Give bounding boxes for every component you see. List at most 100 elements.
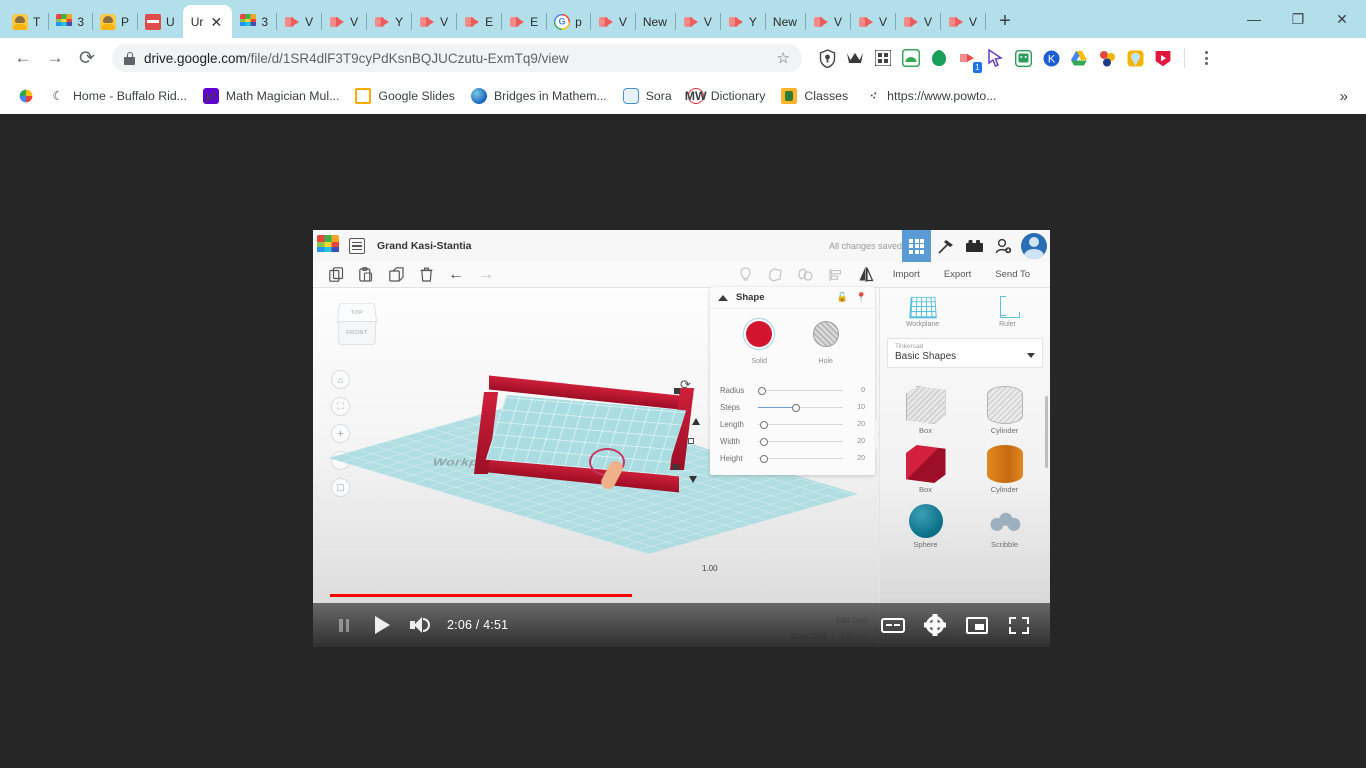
steps-slider[interactable] <box>756 403 845 413</box>
design-menu-icon[interactable] <box>349 238 365 254</box>
browser-tab[interactable]: V <box>590 5 636 38</box>
green-arch-extension-icon[interactable] <box>898 45 924 71</box>
workplane-tool[interactable]: Workplane <box>880 296 965 328</box>
progress-track[interactable] <box>330 593 1033 597</box>
hammer-codeblocks-button[interactable] <box>931 230 960 262</box>
browser-tab[interactable]: U <box>137 5 183 38</box>
captions-button[interactable] <box>874 603 912 647</box>
copy-button[interactable] <box>321 262 351 288</box>
screencast-extension-icon[interactable]: 1 <box>954 45 982 73</box>
cursor-extension-icon[interactable] <box>982 45 1008 71</box>
solid-swatch[interactable] <box>746 321 773 347</box>
bookmark-star-icon[interactable]: ☆ <box>777 49 790 67</box>
bookmark-item[interactable]: Bridges in Mathem... <box>463 84 615 108</box>
pause-button[interactable] <box>325 603 363 647</box>
width-slider[interactable] <box>756 437 845 447</box>
align-button[interactable] <box>821 262 851 288</box>
property-value[interactable]: 20 <box>851 455 865 462</box>
classroom-extension-icon[interactable] <box>1010 45 1036 71</box>
video-player[interactable]: Grand Kasi-Stantia All changes saved ← →… <box>313 230 1050 647</box>
lightbulb-button[interactable] <box>731 262 761 288</box>
collapse-caret-icon[interactable] <box>718 294 728 301</box>
back-button[interactable]: ← <box>8 43 38 73</box>
import-button[interactable]: Import <box>881 269 932 280</box>
hole-swatch[interactable] <box>812 321 839 347</box>
paste-button[interactable] <box>351 262 381 288</box>
browser-tab[interactable]: V <box>850 5 896 38</box>
duplicate-button[interactable] <box>381 262 411 288</box>
browser-tab[interactable]: E <box>501 5 548 38</box>
shape-item[interactable]: Cylinder <box>965 439 1044 496</box>
radius-slider[interactable] <box>756 386 845 396</box>
video-extension-icon[interactable] <box>1150 45 1176 71</box>
browser-tab[interactable]: 3 <box>232 5 277 38</box>
minimize-button[interactable]: — <box>1232 0 1276 38</box>
mirror-button[interactable] <box>851 262 881 288</box>
bookmark-item[interactable]: ⁖ https://www.powto... <box>856 84 1004 108</box>
shield-extension-icon[interactable] <box>814 45 840 71</box>
account-avatar[interactable] <box>1021 233 1047 259</box>
group-button[interactable] <box>761 262 791 288</box>
browser-tab[interactable]: V <box>895 5 942 38</box>
unlock-icon[interactable]: 🔓 <box>837 292 848 303</box>
corner-handle[interactable] <box>673 464 679 470</box>
move-down-arrow-icon[interactable] <box>689 476 697 483</box>
zoom-in-button[interactable]: + <box>331 424 350 443</box>
kami-extension-icon[interactable]: K <box>1038 45 1064 71</box>
play-button[interactable] <box>363 603 401 647</box>
pin-extension-icon[interactable] <box>1122 45 1148 71</box>
browser-tab[interactable]: T <box>4 5 50 38</box>
crown-extension-icon[interactable] <box>842 45 868 71</box>
bookmark-item[interactable]: MW Dictionary <box>680 84 774 108</box>
browser-tab[interactable]: V <box>411 5 458 38</box>
pin-icon[interactable]: 📍 <box>856 292 867 303</box>
shape-item[interactable]: Box <box>886 380 965 437</box>
molecule-extension-icon[interactable] <box>1094 45 1120 71</box>
bricks-button[interactable] <box>960 230 989 262</box>
bookmark-item[interactable] <box>10 84 42 108</box>
property-value[interactable]: 0 <box>851 387 865 394</box>
browser-tab[interactable]: Y <box>366 5 413 38</box>
browser-tab[interactable]: V <box>321 5 368 38</box>
green-drop-extension-icon[interactable] <box>926 45 952 71</box>
shape-item[interactable]: Scribble <box>965 498 1044 551</box>
bookmark-item[interactable]: y! Math Magician Mul... <box>195 84 347 108</box>
bookmark-item[interactable]: Google Slides <box>347 84 463 108</box>
send-to-button[interactable]: Send To <box>983 269 1042 280</box>
browser-tab[interactable]: V <box>805 5 851 38</box>
browser-tab[interactable]: V <box>940 5 987 38</box>
property-value[interactable]: 20 <box>851 421 865 428</box>
grid-extension-icon[interactable] <box>870 45 896 71</box>
delete-button[interactable] <box>411 262 441 288</box>
rotate-handle-icon[interactable]: ⟳ <box>680 377 691 393</box>
browser-tab[interactable]: V <box>675 5 721 38</box>
undo-button[interactable]: ← <box>441 262 471 288</box>
progress-bar[interactable] <box>313 591 1050 599</box>
property-value[interactable]: 10 <box>851 404 865 411</box>
property-value[interactable]: 20 <box>851 438 865 445</box>
browser-tab[interactable]: 3 <box>48 5 93 38</box>
home-view-button[interactable]: ⌂ <box>331 370 350 389</box>
redo-button[interactable]: → <box>471 262 501 288</box>
browser-tab[interactable]: New <box>765 5 806 38</box>
address-bar[interactable]: drive.google.com/file/d/1SR4dlF3T9cyPdKs… <box>112 44 802 72</box>
shape-item[interactable]: Box <box>886 439 965 496</box>
browser-tab[interactable]: P <box>92 5 139 38</box>
chrome-menu-button[interactable] <box>1193 51 1219 65</box>
design-grid-button[interactable] <box>902 230 931 262</box>
shape-item[interactable]: Cylinder <box>965 380 1044 437</box>
new-tab-button[interactable]: + <box>991 7 1019 35</box>
browser-tab[interactable]: E <box>456 5 503 38</box>
view-cube[interactable]: TOP FRONT <box>335 302 379 350</box>
browser-tab[interactable]: p <box>546 5 591 38</box>
sidebar-scrollbar[interactable] <box>1045 396 1048 468</box>
invite-person-button[interactable] <box>989 230 1018 262</box>
ungroup-button[interactable] <box>791 262 821 288</box>
ruler-tool[interactable]: Ruler <box>965 296 1050 328</box>
resize-handle[interactable] <box>688 438 694 444</box>
miniplayer-button[interactable] <box>958 603 996 647</box>
hole-option[interactable]: Hole <box>812 321 839 368</box>
forward-button[interactable]: → <box>40 43 70 73</box>
reload-button[interactable]: ⟳ <box>72 43 102 73</box>
chevron-down-icon[interactable] <box>1027 353 1035 358</box>
